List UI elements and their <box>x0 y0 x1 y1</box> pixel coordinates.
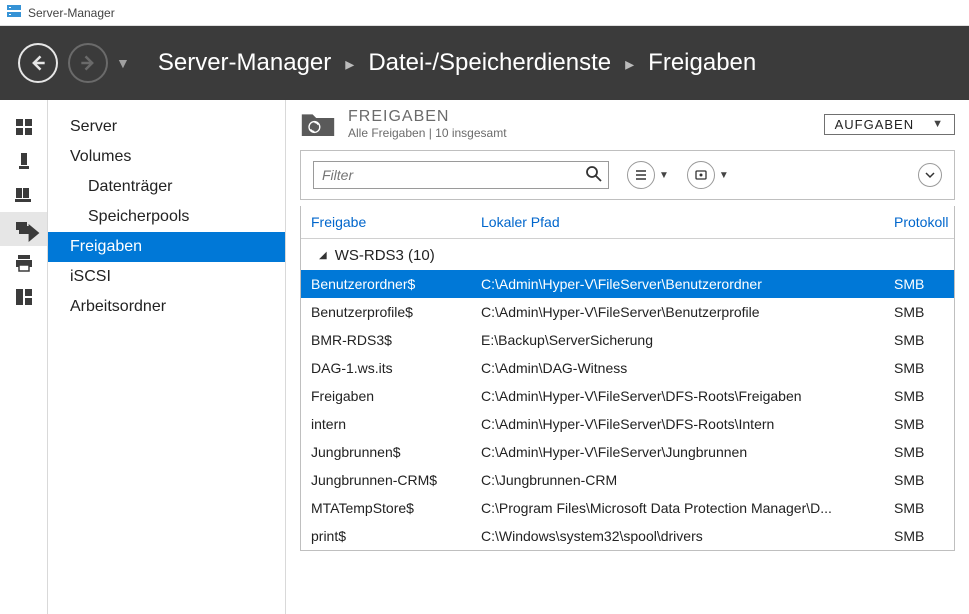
iconbar-dashboard[interactable] <box>0 110 47 144</box>
table-row[interactable]: Benutzerordner$C:\Admin\Hyper-V\FileServ… <box>301 270 954 298</box>
tasks-label: AUFGABEN <box>835 117 915 132</box>
cell-path: C:\Admin\Hyper-V\FileServer\DFS-Roots\Fr… <box>471 388 884 404</box>
cell-proto: SMB <box>884 500 954 516</box>
view-list-button[interactable] <box>627 161 655 189</box>
breadcrumb: Server-Manager ▸ Datei-/Speicherdienste … <box>158 49 756 77</box>
chevron-right-icon: ▸ <box>625 54 634 75</box>
collapse-triangle-icon: ◢ <box>319 250 327 261</box>
sidebar-item-workfolders[interactable]: Arbeitsordner <box>48 292 285 322</box>
cell-path: C:\Admin\Hyper-V\FileServer\DFS-Roots\In… <box>471 416 884 432</box>
iconbar-file-services[interactable] <box>0 212 47 246</box>
sidebar-item-shares[interactable]: Freigaben <box>48 232 285 262</box>
section-head: FREIGABEN Alle Freigaben | 10 insgesamt … <box>286 100 969 146</box>
tasks-dropdown[interactable]: AUFGABEN ▼ <box>824 114 955 135</box>
cell-proto: SMB <box>884 444 954 460</box>
cell-proto: SMB <box>884 332 954 348</box>
shares-table: Freigabe Lokaler Pfad Protokoll ◢ WS-RDS… <box>300 206 955 551</box>
server-manager-icon <box>6 3 22 22</box>
cell-path: C:\Admin\Hyper-V\FileServer\Benutzerprof… <box>471 304 884 320</box>
breadcrumb-b[interactable]: Datei-/Speicherdienste <box>368 49 611 77</box>
titlebar: Server-Manager <box>0 0 969 26</box>
table-row[interactable]: BMR-RDS3$E:\Backup\ServerSicherungSMB <box>301 326 954 354</box>
back-button[interactable] <box>18 43 58 83</box>
iconbar-print[interactable] <box>0 246 47 280</box>
col-header-proto[interactable]: Protokoll <box>884 206 954 238</box>
view-target-button[interactable] <box>687 161 715 189</box>
chevron-right-icon <box>25 224 43 245</box>
cell-proto: SMB <box>884 304 954 320</box>
cell-path: C:\Program Files\Microsoft Data Protecti… <box>471 500 884 516</box>
sidebar-item-disks[interactable]: Datenträger <box>48 172 285 202</box>
col-header-path[interactable]: Lokaler Pfad <box>471 206 884 238</box>
window-title: Server-Manager <box>28 6 115 20</box>
sidebar-item-iscsi[interactable]: iSCSI <box>48 262 285 292</box>
header-band: ▼ Server-Manager ▸ Datei-/Speicherdienst… <box>0 26 969 100</box>
cell-path: C:\Windows\system32\spool\drivers <box>471 528 884 544</box>
iconbar-all[interactable] <box>0 178 47 212</box>
cell-share: print$ <box>301 528 471 544</box>
sidebar-item-pools[interactable]: Speicherpools <box>48 202 285 232</box>
table-row[interactable]: MTATempStore$C:\Program Files\Microsoft … <box>301 494 954 522</box>
section-heading: FREIGABEN <box>348 108 812 126</box>
breadcrumb-a[interactable]: Server-Manager <box>158 49 331 77</box>
search-icon[interactable] <box>585 165 603 186</box>
cell-path: E:\Backup\ServerSicherung <box>471 332 884 348</box>
content-area: FREIGABEN Alle Freigaben | 10 insgesamt … <box>286 100 969 614</box>
cell-share: Jungbrunnen-CRM$ <box>301 472 471 488</box>
cell-path: C:\Admin\Hyper-V\FileServer\Benutzerordn… <box>471 276 884 292</box>
chevron-down-icon[interactable]: ▼ <box>659 170 669 181</box>
cell-share: BMR-RDS3$ <box>301 332 471 348</box>
section-subtitle: Alle Freigaben | 10 insgesamt <box>348 126 812 140</box>
chevron-down-icon: ▼ <box>932 118 944 130</box>
sidebar-item-volumes[interactable]: Volumes <box>48 142 285 172</box>
iconbar-local[interactable] <box>0 144 47 178</box>
table-header: Freigabe Lokaler Pfad Protokoll <box>301 206 954 239</box>
toolbar: ▼ ▼ <box>300 150 955 200</box>
filter-input[interactable] <box>313 161 609 189</box>
cell-proto: SMB <box>884 360 954 376</box>
cell-proto: SMB <box>884 388 954 404</box>
expand-collapse-button[interactable] <box>918 163 942 187</box>
cell-proto: SMB <box>884 472 954 488</box>
cell-proto: SMB <box>884 276 954 292</box>
cell-proto: SMB <box>884 528 954 544</box>
table-row[interactable]: DAG-1.ws.itsC:\Admin\DAG-WitnessSMB <box>301 354 954 382</box>
cell-share: Benutzerprofile$ <box>301 304 471 320</box>
sidebar-item-server[interactable]: Server <box>48 112 285 142</box>
table-row[interactable]: Benutzerprofile$C:\Admin\Hyper-V\FileSer… <box>301 298 954 326</box>
cell-proto: SMB <box>884 416 954 432</box>
cell-share: Benutzerordner$ <box>301 276 471 292</box>
cell-share: intern <box>301 416 471 432</box>
table-row[interactable]: print$C:\Windows\system32\spool\driversS… <box>301 522 954 550</box>
cell-share: DAG-1.ws.its <box>301 360 471 376</box>
cell-share: Freigaben <box>301 388 471 404</box>
breadcrumb-c[interactable]: Freigaben <box>648 49 756 77</box>
chevron-down-icon[interactable]: ▼ <box>719 170 729 181</box>
table-row[interactable]: Jungbrunnen-CRM$C:\Jungbrunnen-CRMSMB <box>301 466 954 494</box>
group-row[interactable]: ◢ WS-RDS3 (10) <box>301 239 954 270</box>
cell-path: C:\Jungbrunnen-CRM <box>471 472 884 488</box>
sidebar: Server Volumes Datenträger Speicherpools… <box>48 100 286 614</box>
cell-share: MTATempStore$ <box>301 500 471 516</box>
shares-folder-icon <box>300 109 336 139</box>
iconbar <box>0 100 48 614</box>
col-header-share[interactable]: Freigabe <box>301 206 471 238</box>
cell-share: Jungbrunnen$ <box>301 444 471 460</box>
group-label: WS-RDS3 (10) <box>335 247 435 264</box>
table-row[interactable]: internC:\Admin\Hyper-V\FileServer\DFS-Ro… <box>301 410 954 438</box>
cell-path: C:\Admin\DAG-Witness <box>471 360 884 376</box>
cell-path: C:\Admin\Hyper-V\FileServer\Jungbrunnen <box>471 444 884 460</box>
nav-history-dropdown[interactable]: ▼ <box>116 55 130 71</box>
forward-button[interactable] <box>68 43 108 83</box>
table-row[interactable]: Jungbrunnen$C:\Admin\Hyper-V\FileServer\… <box>301 438 954 466</box>
chevron-right-icon: ▸ <box>345 54 354 75</box>
iconbar-other[interactable] <box>0 280 47 314</box>
table-row[interactable]: FreigabenC:\Admin\Hyper-V\FileServer\DFS… <box>301 382 954 410</box>
